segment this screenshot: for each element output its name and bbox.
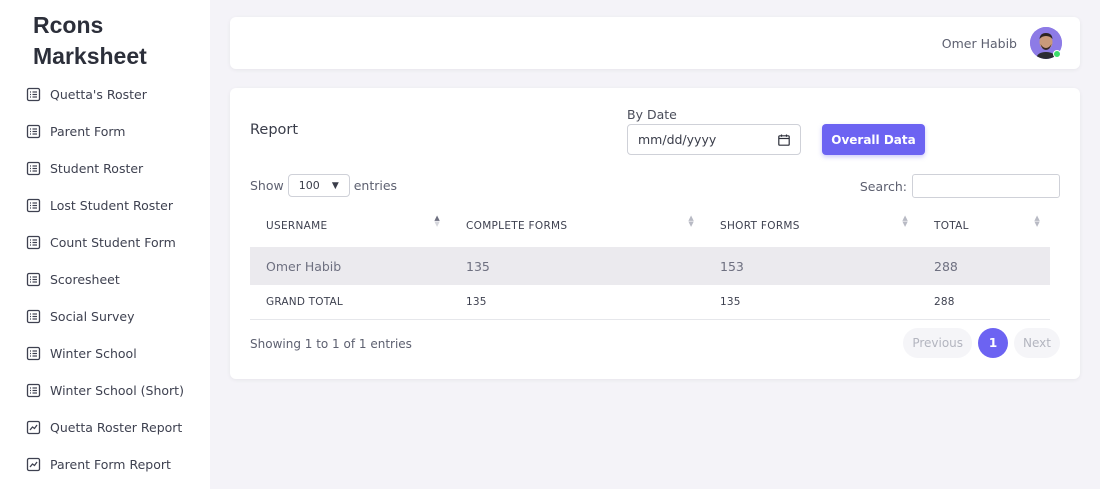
page-size-value: 100	[298, 179, 320, 192]
top-bar: Omer Habib	[230, 17, 1080, 69]
brand-title: Rcons Marksheet	[33, 12, 147, 69]
sidebar-item-label: Student Roster	[50, 161, 144, 176]
list-icon	[26, 124, 41, 139]
date-input-value: mm/dd/yyyy	[638, 132, 717, 147]
page-size-select[interactable]: 100 ▼	[287, 174, 350, 197]
date-input[interactable]: mm/dd/yyyy	[627, 124, 801, 155]
cell-short-forms: 153	[720, 258, 744, 274]
cell-total: 288	[934, 258, 958, 274]
sidebar-item-label: Parent Form Report	[50, 457, 171, 472]
sidebar-item-parent-form[interactable]: Parent Form	[0, 113, 210, 150]
list-icon	[26, 87, 41, 102]
table-row: Omer Habib 135 153 288	[250, 247, 1050, 285]
list-icon	[26, 309, 41, 324]
list-icon	[26, 235, 41, 250]
column-header-total[interactable]: TOTAL ▲ ▼	[918, 215, 1050, 233]
report-title: Report	[250, 122, 299, 138]
search-input[interactable]	[912, 174, 1060, 198]
sort-icon: ▲ ▼	[434, 214, 440, 228]
previous-page-button[interactable]: Previous	[903, 328, 973, 358]
sort-icon: ▲ ▼	[688, 214, 694, 228]
sidebar-item-label: Parent Form	[50, 124, 126, 139]
cell-complete-forms: 135	[466, 258, 490, 274]
show-entries: Show 100 ▼ entries	[250, 174, 397, 197]
sidebar-item-winter-school-short[interactable]: Winter School (Short)	[0, 372, 210, 409]
grand-total-complete: 135	[466, 296, 487, 308]
search-label: Search:	[859, 178, 907, 194]
sidebar-item-label: Winter School (Short)	[50, 383, 184, 398]
sidebar-item-label: Winter School	[50, 346, 137, 361]
grand-total-short: 135	[720, 296, 741, 308]
sidebar-item-quettas-roster[interactable]: Quetta's Roster	[0, 76, 210, 113]
column-header-complete-forms[interactable]: COMPLETE FORMS ▲ ▼	[450, 215, 704, 233]
grand-total-label: GRAND TOTAL	[266, 296, 343, 308]
sidebar-item-label: Social Survey	[50, 309, 135, 324]
sidebar: Rcons Marksheet Quetta's Roster Parent F…	[0, 0, 210, 489]
sidebar-item-scoresheet[interactable]: Scoresheet	[0, 261, 210, 298]
sidebar-item-student-roster[interactable]: Student Roster	[0, 150, 210, 187]
sidebar-item-count-student-form[interactable]: Count Student Form	[0, 224, 210, 261]
chevron-down-icon: ▼	[331, 180, 339, 191]
sidebar-item-social-survey[interactable]: Social Survey	[0, 298, 210, 335]
report-card: Report By Date mm/dd/yyyy Overall Data S…	[230, 88, 1080, 379]
sort-icon: ▲ ▼	[1034, 214, 1040, 228]
online-status-dot	[1053, 50, 1061, 58]
overall-data-button[interactable]: Overall Data	[822, 124, 925, 155]
report-table: USERNAME ▲ ▼ COMPLETE FORMS ▲ ▼ SHORT FORM…	[250, 205, 1050, 320]
cell-username: Omer Habib	[266, 258, 342, 274]
sidebar-item-label: Lost Student Roster	[50, 198, 173, 213]
sidebar-nav: Quetta's Roster Parent Form Student Rost…	[0, 76, 210, 483]
table-header-row: USERNAME ▲ ▼ COMPLETE FORMS ▲ ▼ SHORT FORM…	[250, 205, 1050, 247]
calendar-icon[interactable]	[778, 134, 790, 146]
table-info: Showing 1 to 1 of 1 entries	[250, 337, 412, 351]
sidebar-item-lost-student-roster[interactable]: Lost Student Roster	[0, 187, 210, 224]
entries-label: entries	[353, 178, 398, 193]
sidebar-item-winter-school[interactable]: Winter School	[0, 335, 210, 372]
page-1-button[interactable]: 1	[978, 328, 1009, 358]
sidebar-item-label: Quetta Roster Report	[50, 420, 183, 435]
table-search: Search:	[860, 174, 1060, 198]
sidebar-item-parent-form-report[interactable]: Parent Form Report	[0, 446, 210, 483]
sidebar-item-label: Scoresheet	[50, 272, 120, 287]
pagination: Previous 1 Next	[897, 328, 1060, 358]
chart-icon	[26, 420, 41, 435]
show-label: Show	[250, 178, 284, 193]
column-header-short-forms[interactable]: SHORT FORMS ▲ ▼	[704, 215, 918, 233]
avatar[interactable]	[1030, 27, 1062, 59]
list-icon	[26, 198, 41, 213]
list-icon	[26, 346, 41, 361]
chart-icon	[26, 457, 41, 472]
next-page-button[interactable]: Next	[1014, 328, 1060, 358]
sidebar-item-label: Count Student Form	[50, 235, 176, 250]
table-footer-row: GRAND TOTAL 135 135 288	[250, 285, 1050, 320]
grand-total-total: 288	[934, 296, 955, 308]
user-name[interactable]: Omer Habib	[942, 36, 1017, 51]
sort-icon: ▲ ▼	[902, 214, 908, 228]
by-date-label: By Date	[627, 107, 677, 122]
sidebar-item-quetta-roster-report[interactable]: Quetta Roster Report	[0, 409, 210, 446]
list-icon	[26, 383, 41, 398]
list-icon	[26, 161, 41, 176]
column-header-username[interactable]: USERNAME ▲ ▼	[250, 215, 450, 233]
sidebar-item-label: Quetta's Roster	[50, 87, 147, 102]
list-icon	[26, 272, 41, 287]
